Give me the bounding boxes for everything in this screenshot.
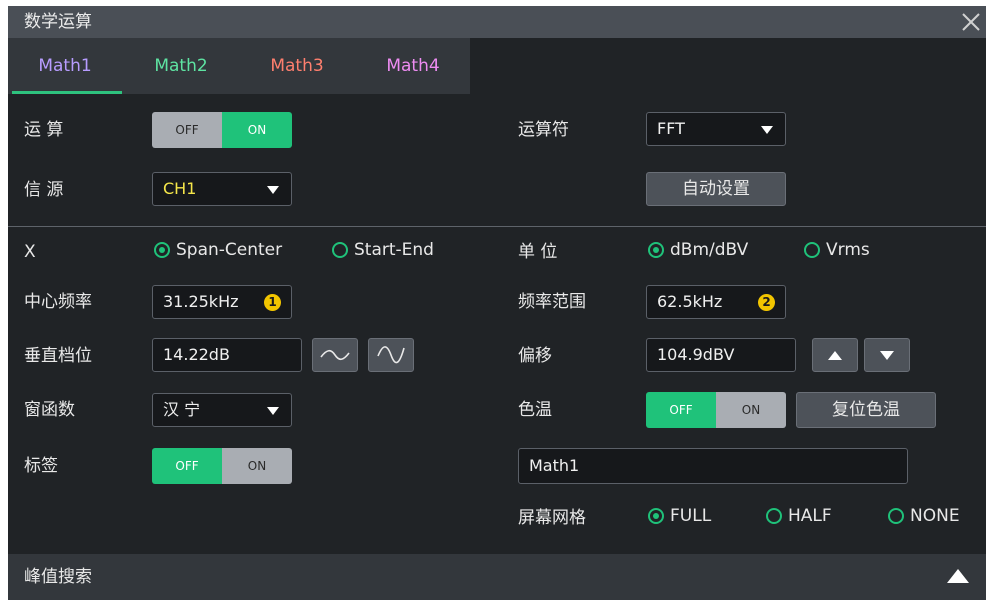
toggle-off: OFF xyxy=(646,392,716,428)
center-freq-label: 中心频率 xyxy=(24,292,92,312)
vertical-scale-input[interactable]: 14.22dB xyxy=(152,338,302,372)
freq-span-value: 62.5kHz xyxy=(657,292,723,311)
offset-input[interactable]: 104.9dBV xyxy=(646,338,796,372)
offset-down-button[interactable] xyxy=(864,338,910,372)
wave-large-icon xyxy=(377,346,405,364)
radio-unselected-icon xyxy=(332,242,348,258)
scale-decrease-button[interactable] xyxy=(312,338,358,372)
radio-unselected-icon xyxy=(766,508,782,524)
triangle-down-icon xyxy=(880,350,894,360)
toggle-off: OFF xyxy=(152,112,222,148)
title-bar xyxy=(8,6,986,38)
radio-unselected-icon xyxy=(888,508,904,524)
tab-math1[interactable]: Math1 xyxy=(8,38,122,94)
triangle-up-icon xyxy=(828,350,842,360)
toggle-on: ON xyxy=(222,448,292,484)
expand-up-icon[interactable] xyxy=(946,568,970,584)
math-dialog: 数学运算 Math1 Math2 Math3 Math4 运 算 OFF ON … xyxy=(8,6,986,600)
tab-math4[interactable]: Math4 xyxy=(356,38,470,94)
source-value: CH1 xyxy=(163,179,197,198)
tag-toggle[interactable]: OFF ON xyxy=(152,448,292,484)
offset-up-button[interactable] xyxy=(812,338,858,372)
window-value: 汉 宁 xyxy=(163,400,201,419)
divider xyxy=(8,226,986,227)
auto-set-button[interactable]: 自动设置 xyxy=(646,172,786,206)
tab-math3[interactable]: Math3 xyxy=(240,38,354,94)
tag-label: 标签 xyxy=(24,456,58,476)
radio-grid-full[interactable]: FULL xyxy=(648,506,711,526)
chevron-down-icon xyxy=(267,407,279,415)
peak-search-bar[interactable] xyxy=(8,554,986,600)
center-freq-value: 31.25kHz xyxy=(163,292,239,311)
toggle-on: ON xyxy=(716,392,786,428)
radio-selected-icon xyxy=(154,242,170,258)
radio-label: Start-End xyxy=(354,240,434,260)
tag-text-input[interactable]: Math1 xyxy=(518,448,908,484)
active-tab-indicator xyxy=(12,91,122,94)
toggle-on: ON xyxy=(222,112,292,148)
radio-label: dBm/dBV xyxy=(670,240,749,260)
operation-label: 运 算 xyxy=(24,120,64,140)
peak-search-label: 峰值搜索 xyxy=(24,567,92,587)
radio-vrms[interactable]: Vrms xyxy=(804,240,870,260)
wave-small-icon xyxy=(320,349,350,361)
center-freq-input[interactable]: 31.25kHz 1 xyxy=(152,285,292,319)
source-dropdown[interactable]: CH1 xyxy=(152,172,292,206)
color-grade-toggle[interactable]: OFF ON xyxy=(646,392,786,428)
radio-start-end[interactable]: Start-End xyxy=(332,240,434,260)
color-grade-label: 色温 xyxy=(518,400,552,420)
operation-toggle[interactable]: OFF ON xyxy=(152,112,292,148)
toggle-off: OFF xyxy=(152,448,222,484)
radio-grid-half[interactable]: HALF xyxy=(766,506,832,526)
operator-dropdown[interactable]: FFT xyxy=(646,112,786,146)
source-label: 信 源 xyxy=(24,180,64,200)
window-dropdown[interactable]: 汉 宁 xyxy=(152,393,292,427)
radio-unselected-icon xyxy=(804,242,820,258)
x-axis-label: X xyxy=(24,242,36,262)
knob-1-badge: 1 xyxy=(264,294,281,311)
radio-label: Span-Center xyxy=(176,240,283,260)
chevron-down-icon xyxy=(761,126,773,134)
radio-grid-none[interactable]: NONE xyxy=(888,506,960,526)
freq-span-input[interactable]: 62.5kHz 2 xyxy=(646,285,786,319)
operator-value: FFT xyxy=(657,119,685,138)
grid-label: 屏幕网格 xyxy=(518,508,586,528)
radio-span-center[interactable]: Span-Center xyxy=(154,240,282,260)
chevron-down-icon xyxy=(267,186,279,194)
radio-selected-icon xyxy=(648,508,664,524)
knob-2-badge: 2 xyxy=(758,294,775,311)
freq-span-label: 频率范围 xyxy=(518,292,586,312)
unit-label: 单 位 xyxy=(518,242,558,262)
radio-selected-icon xyxy=(648,242,664,258)
radio-dbm-dbv[interactable]: dBm/dBV xyxy=(648,240,748,260)
close-icon[interactable] xyxy=(960,11,982,33)
radio-label: HALF xyxy=(788,506,832,526)
dialog-title: 数学运算 xyxy=(24,12,92,32)
operator-label: 运算符 xyxy=(518,120,569,140)
radio-label: NONE xyxy=(910,506,960,526)
radio-label: FULL xyxy=(670,506,712,526)
scale-increase-button[interactable] xyxy=(368,338,414,372)
radio-label: Vrms xyxy=(826,240,870,260)
tab-math2[interactable]: Math2 xyxy=(124,38,238,94)
offset-label: 偏移 xyxy=(518,346,552,366)
window-label: 窗函数 xyxy=(24,400,75,420)
vertical-scale-label: 垂直档位 xyxy=(24,346,92,366)
reset-color-grade-button[interactable]: 复位色温 xyxy=(796,392,936,428)
